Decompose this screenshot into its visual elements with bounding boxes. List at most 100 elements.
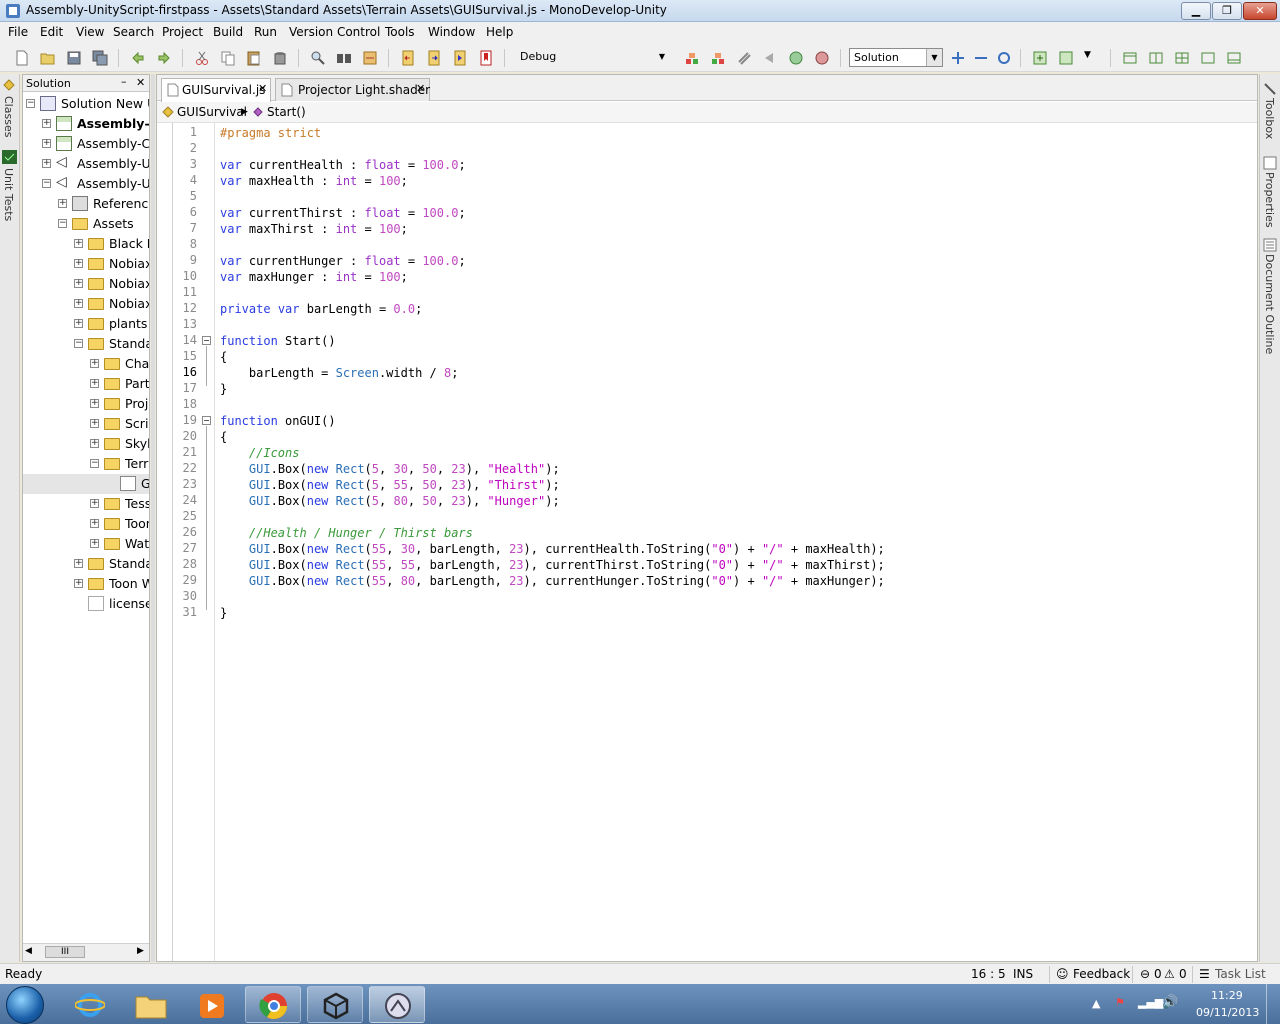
code-line[interactable]: {	[220, 429, 227, 445]
step-icon[interactable]	[762, 50, 778, 66]
breadcrumb-method[interactable]: Start()	[267, 105, 306, 119]
menu-help[interactable]: Help	[486, 25, 513, 39]
bookmark-prev-icon[interactable]	[400, 50, 416, 66]
bookmark-next-icon[interactable]	[426, 50, 442, 66]
start-button[interactable]	[6, 986, 44, 1024]
tree-item[interactable]: + Reference	[23, 194, 149, 214]
feedback-button[interactable]: Feedback	[1073, 967, 1130, 981]
tree-item[interactable]: + Toon	[23, 514, 149, 534]
clock-date[interactable]: 09/11/2013	[1196, 1006, 1259, 1019]
tree-item[interactable]: + ◁ Assembly-Un	[23, 154, 149, 174]
expand-icon[interactable]: +	[42, 139, 51, 148]
error-count[interactable]: 0	[1154, 967, 1162, 981]
code-line[interactable]: GUI.Box(new Rect(55, 30, barLength, 23),…	[220, 541, 885, 557]
open-file-icon[interactable]	[40, 50, 56, 66]
code-line[interactable]: GUI.Box(new Rect(55, 80, barLength, 23),…	[220, 573, 885, 589]
fold-toggle-icon[interactable]: −	[202, 416, 211, 425]
tab-guisurvival[interactable]: GUISurvival.js ✕	[161, 78, 271, 102]
tree-item[interactable]: + Assembly-C	[23, 114, 149, 134]
find-icon[interactable]	[310, 50, 326, 66]
code-line[interactable]: var currentHunger : float = 100.0;	[220, 253, 466, 269]
collapse-icon[interactable]: −	[58, 219, 67, 228]
code-line[interactable]: var maxHunger : int = 100;	[220, 269, 408, 285]
expand-icon[interactable]: +	[74, 299, 83, 308]
expand-icon[interactable]: +	[90, 399, 99, 408]
project-options-icon[interactable]	[1058, 50, 1074, 66]
expand-icon[interactable]: +	[74, 579, 83, 588]
tree-item[interactable]: license.	[23, 594, 149, 614]
close-button[interactable]: ✕	[1243, 2, 1277, 20]
sync-icon[interactable]	[996, 50, 1012, 66]
code-line[interactable]: GUI.Box(new Rect(55, 55, barLength, 23),…	[220, 557, 885, 573]
scroll-thumb[interactable]: III	[45, 946, 85, 958]
save-all-icon[interactable]	[92, 50, 108, 66]
internet-explorer-button[interactable]	[61, 986, 117, 1023]
code-line[interactable]: var currentThirst : float = 100.0;	[220, 205, 466, 221]
pane-splitter[interactable]	[151, 74, 155, 962]
document-outline-tab[interactable]: Document Outline	[1263, 254, 1276, 354]
solution-pad-close[interactable]: ✕	[136, 76, 145, 89]
menu-version-control[interactable]: Version Control	[289, 25, 380, 39]
menu-build[interactable]: Build	[213, 25, 243, 39]
code-line[interactable]: GUI.Box(new Rect(5, 30, 50, 23), "Health…	[220, 461, 560, 477]
expand-icon[interactable]: +	[74, 239, 83, 248]
code-line[interactable]: private var barLength = 0.0;	[220, 301, 422, 317]
menu-search[interactable]: Search	[113, 25, 154, 39]
clock-time[interactable]: 11:29	[1211, 989, 1243, 1002]
tree-item[interactable]: −◁ Assembly-Un	[23, 174, 149, 194]
expand-icon[interactable]: +	[58, 199, 67, 208]
code-line[interactable]: {	[220, 349, 227, 365]
tree-item[interactable]: + Nobiax	[23, 294, 149, 314]
expand-icon[interactable]: +	[42, 119, 51, 128]
code-line[interactable]: var maxThirst : int = 100;	[220, 221, 408, 237]
cut-icon[interactable]	[194, 50, 210, 66]
tree-item[interactable]: + Standa	[23, 554, 149, 574]
layout-icon[interactable]	[1122, 50, 1138, 66]
code-line[interactable]: #pragma strict	[220, 125, 321, 141]
project-add-icon[interactable]	[1032, 50, 1048, 66]
tree-item[interactable]: + Toon W	[23, 574, 149, 594]
menu-edit[interactable]: Edit	[40, 25, 63, 39]
toolbox-tab[interactable]: Toolbox	[1263, 98, 1276, 139]
menu-view[interactable]: View	[76, 25, 104, 39]
tree-item[interactable]: G	[23, 474, 149, 494]
expand-icon[interactable]: +	[90, 499, 99, 508]
bookmark-clear-icon[interactable]	[478, 50, 494, 66]
tree-item[interactable]: + Black R	[23, 234, 149, 254]
menu-run[interactable]: Run	[254, 25, 277, 39]
code-line[interactable]: //Health / Hunger / Thirst bars	[220, 525, 473, 541]
show-desktop-button[interactable]	[1266, 984, 1280, 1024]
tree-item[interactable]: + Nobiax	[23, 274, 149, 294]
code-line[interactable]: var currentHealth : float = 100.0;	[220, 157, 466, 173]
collapse-icon[interactable]: −	[90, 459, 99, 468]
tree-item[interactable]: + Wate	[23, 534, 149, 554]
file-explorer-button[interactable]	[122, 986, 178, 1023]
replace-icon[interactable]	[362, 50, 378, 66]
collapse-icon[interactable]: −	[26, 99, 35, 108]
maximize-button[interactable]: ❐	[1212, 2, 1242, 20]
show-hidden-icons[interactable]: ▲	[1092, 997, 1100, 1010]
tree-item[interactable]: − Solution New Ui	[23, 94, 149, 114]
volume-icon[interactable]: 🔊	[1162, 995, 1178, 1010]
menu-tools[interactable]: Tools	[385, 25, 415, 39]
expand-icon[interactable]: +	[90, 379, 99, 388]
expand-icon[interactable]: +	[90, 419, 99, 428]
code-line[interactable]: barLength = Screen.width / 8;	[220, 365, 459, 381]
code-line[interactable]: }	[220, 381, 227, 397]
media-player-button[interactable]	[183, 986, 239, 1023]
menu-project[interactable]: Project	[162, 25, 203, 39]
unit-tests-tab[interactable]: Unit Tests	[2, 168, 15, 221]
scroll-left-icon[interactable]: ◀	[25, 946, 32, 956]
expand-icon[interactable]: +	[74, 319, 83, 328]
code-line[interactable]: //Icons	[220, 445, 300, 461]
solution-pad-minimize[interactable]: –	[121, 75, 127, 88]
expand-icon[interactable]: +	[90, 539, 99, 548]
build-icon[interactable]	[684, 50, 700, 66]
unity-button[interactable]	[307, 986, 363, 1023]
layout-split-icon[interactable]	[1148, 50, 1164, 66]
menu-file[interactable]: File	[8, 25, 28, 39]
tree-item[interactable]: − Assets	[23, 214, 149, 234]
new-file-icon[interactable]	[14, 50, 30, 66]
code-line[interactable]: }	[220, 605, 227, 621]
code-line[interactable]: var maxHealth : int = 100;	[220, 173, 408, 189]
